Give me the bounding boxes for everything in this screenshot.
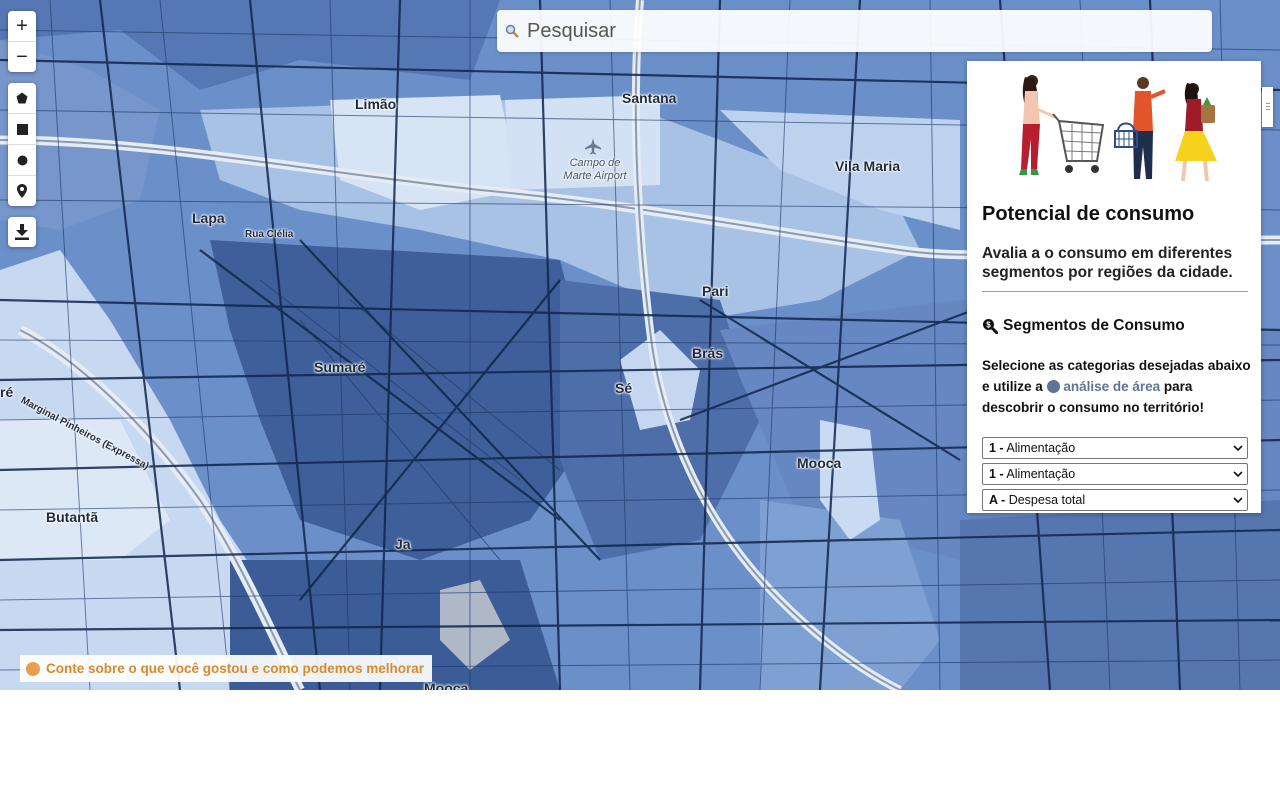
select-code: A - (989, 493, 1006, 507)
download-icon (15, 224, 29, 240)
draw-marker-button[interactable] (8, 176, 36, 206)
place-label: Brás (692, 345, 724, 361)
marker-icon (17, 184, 27, 198)
segment-select-2[interactable]: 1 - Alimentação (982, 463, 1248, 485)
select-label: Despesa total (1008, 493, 1086, 507)
draw-polygon-button[interactable] (8, 83, 36, 114)
segment-select-1[interactable]: 1 - Alimentação (982, 437, 1248, 459)
feedback-link[interactable]: Conte sobre o que você gostou e como pod… (20, 655, 433, 682)
circle-icon (17, 155, 27, 165)
place-label: Vila Maria (835, 158, 901, 174)
road-label: Rua Clélia (245, 229, 294, 240)
polygon-icon (16, 92, 28, 104)
airport-label: Campo de Marte Airport (563, 157, 627, 182)
chevron-down-icon (1233, 470, 1243, 477)
rectangle-icon (16, 123, 28, 135)
grip-icon (1265, 103, 1270, 110)
section-title-text: Segmentos de Consumo (1003, 317, 1185, 334)
select-label: Alimentação (1006, 441, 1076, 455)
place-label: Lapa (192, 210, 225, 226)
place-label: Sé (615, 380, 633, 396)
draw-circle-button[interactable] (8, 145, 36, 176)
select-value: 1 - Alimentação (989, 441, 1075, 455)
place-label: Sumaré (314, 359, 366, 375)
shoppers-illustration (1019, 75, 1217, 181)
draw-toolbar (8, 83, 36, 206)
download-button[interactable] (8, 217, 36, 247)
select-value: A - Despesa total (989, 493, 1085, 507)
feedback-label: Conte sobre o que você gostou e como pod… (46, 661, 425, 676)
select-label: Alimentação (1006, 467, 1076, 481)
place-label: Ja (395, 536, 411, 552)
zoom-out-button[interactable]: − (8, 42, 36, 72)
segment-select-3[interactable]: A - Despesa total (982, 489, 1248, 511)
info-panel: Potencial de consumo Avalia a o consumo … (967, 61, 1261, 513)
place-label: Mooca (797, 455, 842, 471)
place-label: Butantã (46, 509, 99, 525)
search-dollar-icon: $ (983, 319, 998, 334)
place-label: ré (0, 384, 14, 400)
panel-instructions: Selecione as categorias desejadas abaixo… (982, 355, 1254, 418)
svg-text:$: $ (986, 321, 991, 330)
area-analysis-icon (1046, 380, 1060, 393)
zoom-control: + − (8, 11, 36, 72)
place-label: Pari (702, 283, 729, 299)
select-code: 1 - (989, 467, 1004, 481)
area-analysis-link[interactable]: análise de área (1063, 379, 1160, 394)
panel-divider (982, 291, 1248, 292)
section-title: $ Segmentos de Consumo (982, 317, 1185, 335)
download-control (8, 217, 36, 247)
smiley-icon (26, 661, 40, 676)
place-label: Limão (355, 96, 397, 112)
panel-collapse-handle[interactable] (1262, 87, 1273, 127)
panel-title: Potencial de consumo (982, 203, 1195, 225)
select-code: 1 - (989, 441, 1004, 455)
search-icon (505, 24, 519, 38)
search-input[interactable] (525, 18, 1189, 44)
select-value: 1 - Alimentação (989, 467, 1075, 481)
place-label: Santana (622, 90, 677, 106)
panel-description: Avalia a o consumo em diferentes segment… (982, 245, 1233, 281)
chevron-down-icon (1233, 496, 1243, 503)
zoom-in-button[interactable]: + (8, 11, 36, 42)
search-bar (497, 10, 1212, 52)
draw-rectangle-button[interactable] (8, 114, 36, 145)
chevron-down-icon (1233, 444, 1243, 451)
